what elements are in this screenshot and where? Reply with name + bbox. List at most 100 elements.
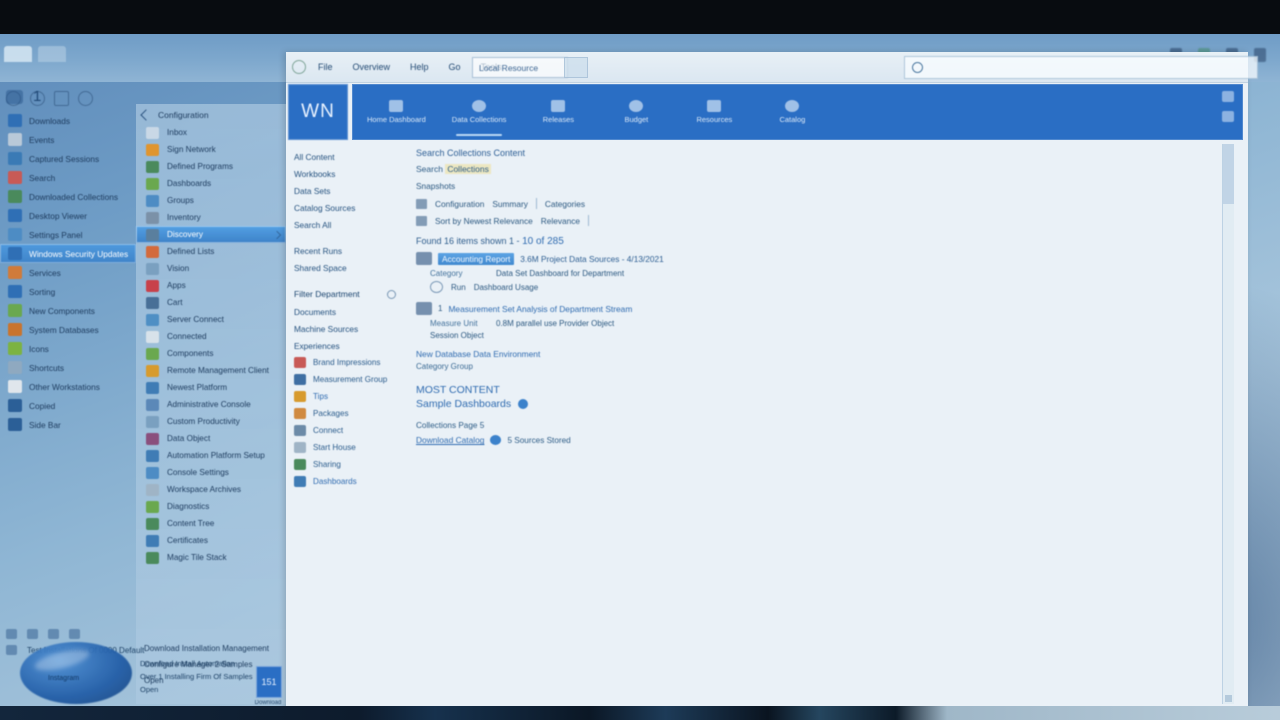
- menu-item[interactable]: Discovery: [136, 226, 286, 243]
- browser-tab-2[interactable]: [38, 46, 66, 62]
- ribbon-nav-item[interactable]: Home Dashboard: [367, 100, 426, 124]
- result-header[interactable]: Accounting Report 3.6M Project Data Sourc…: [416, 252, 1228, 265]
- desktop-icon-item[interactable]: Sorting: [0, 282, 136, 301]
- desktop-icon-item[interactable]: Shortcuts: [0, 358, 136, 377]
- menu-item[interactable]: Content Tree: [136, 515, 286, 532]
- menu-item[interactable]: Inbox: [136, 124, 286, 141]
- info-icon[interactable]: [387, 289, 396, 299]
- go-button[interactable]: [564, 57, 588, 78]
- result-link[interactable]: Measurement Set Analysis of Department S…: [448, 304, 632, 314]
- menu-item[interactable]: Apps: [136, 277, 286, 294]
- ribbon-navbar[interactable]: Home Dashboard Data Collections Releases Bu…: [352, 84, 1243, 140]
- menu-item[interactable]: Certificates: [136, 532, 286, 549]
- brand-logo[interactable]: WN: [288, 84, 348, 140]
- desktop-icon-item[interactable]: Icons: [0, 339, 136, 358]
- sidebar-link[interactable]: Catalog Sources: [294, 199, 402, 216]
- sidebar-link[interactable]: Workbooks: [294, 165, 402, 182]
- desktop-icon-item[interactable]: Side Bar: [0, 415, 136, 434]
- menu-item[interactable]: Groups: [136, 192, 286, 209]
- meta-row[interactable]: Sort by Newest Relevance Relevance: [416, 215, 1228, 226]
- menu-item[interactable]: Inventory: [136, 209, 286, 226]
- result-header[interactable]: 1 Measurement Set Analysis of Department …: [416, 302, 1228, 315]
- menu-item[interactable]: Vision: [136, 260, 286, 277]
- menu-item[interactable]: Newest Platform: [136, 379, 286, 396]
- result-title-selected[interactable]: Accounting Report: [438, 252, 515, 265]
- menu-item[interactable]: Diagnostics: [136, 498, 286, 515]
- menu-item[interactable]: Administrative Console: [136, 396, 286, 413]
- desktop-icon-item[interactable]: Events: [0, 130, 136, 149]
- sidebar-item[interactable]: Connect: [294, 422, 402, 439]
- sidebar-item[interactable]: Dashboards: [294, 473, 402, 490]
- ribbon-right-icons[interactable]: [1222, 91, 1234, 122]
- sidebar-item[interactable]: Sharing: [294, 456, 402, 473]
- page-sidebar[interactable]: All Content Workbooks Data Sets Catalog Sou…: [288, 144, 402, 704]
- menu-item[interactable]: Sign Network: [136, 141, 286, 158]
- menubar-item[interactable]: Overview: [353, 62, 391, 72]
- menu-item[interactable]: Components: [136, 345, 286, 362]
- sidebar-link[interactable]: Machine Sources: [294, 320, 402, 337]
- app-menubar[interactable]: FileOverviewHelpGoTools Local Resource: [286, 52, 1258, 83]
- menu-item[interactable]: Remote Management Client: [136, 362, 286, 379]
- download-icon[interactable]: [490, 435, 502, 446]
- download-badge[interactable]: 151: [256, 666, 282, 698]
- start-menu-panel[interactable]: Configuration Inbox Sign Network Defined P…: [136, 104, 287, 704]
- sidebar-item[interactable]: Start House: [294, 439, 402, 456]
- footer-link-row[interactable]: Download Catalog 5 Sources Stored: [416, 435, 1228, 446]
- desktop-icon-item[interactable]: Desktop Viewer: [0, 206, 136, 225]
- menu-item[interactable]: Workspace Archives: [136, 481, 286, 498]
- menu-item[interactable]: Cart: [136, 294, 286, 311]
- desktop-icon-item[interactable]: Settings Panel: [0, 225, 136, 244]
- search-input[interactable]: [904, 56, 1258, 79]
- sidebar-item[interactable]: Packages: [294, 405, 402, 422]
- desktop-icon-item[interactable]: Other Workstations: [0, 377, 136, 396]
- sidebar-link[interactable]: Documents: [294, 303, 402, 320]
- result-item[interactable]: Accounting Report 3.6M Project Data Sourc…: [416, 252, 1228, 293]
- desktop-icon-item[interactable]: New Components: [0, 301, 136, 320]
- menubar-item[interactable]: Help: [410, 62, 429, 72]
- menu-item[interactable]: Server Connect: [136, 311, 286, 328]
- menu-item[interactable]: Automation Platform Setup: [136, 447, 286, 464]
- ribbon-nav-item[interactable]: Data Collections: [452, 100, 506, 124]
- home-icon[interactable]: [292, 60, 306, 74]
- menubar-item[interactable]: File: [318, 62, 333, 72]
- address-field[interactable]: Local Resource: [472, 57, 568, 78]
- footer-glyph-row[interactable]: [0, 626, 286, 642]
- sidebar-item[interactable]: Tips: [294, 388, 402, 405]
- menu-item[interactable]: Defined Programs: [136, 158, 286, 175]
- sidebar-link[interactable]: All Content: [294, 148, 402, 165]
- sidebar-item[interactable]: Brand Impressions: [294, 354, 402, 371]
- desktop-icon-item[interactable]: Windows Security Updates: [0, 244, 136, 263]
- taskbar-strip[interactable]: [0, 706, 1280, 720]
- menu-item[interactable]: Console Settings: [136, 464, 286, 481]
- desktop-icon-item[interactable]: Services: [0, 263, 136, 282]
- menu-item[interactable]: Defined Lists: [136, 243, 286, 260]
- menubar-item[interactable]: Go: [449, 62, 461, 72]
- back-icon[interactable]: [6, 629, 17, 639]
- desktop-icon-item[interactable]: Captured Sessions: [0, 149, 136, 168]
- desktop-icon-column[interactable]: 1 Downloads Events Captured Sessions Search…: [0, 88, 136, 668]
- menu-item[interactable]: Dashboards: [136, 175, 286, 192]
- desktop-icon-item[interactable]: Downloaded Collections: [0, 187, 136, 206]
- account-icon[interactable]: [1222, 91, 1234, 102]
- vertical-scrollbar[interactable]: [1222, 144, 1234, 704]
- refresh-icon[interactable]: [48, 629, 59, 639]
- forward-icon[interactable]: [27, 629, 38, 639]
- ribbon-nav-item[interactable]: Releases: [532, 100, 584, 124]
- menu-item[interactable]: Magic Tile Stack: [136, 549, 286, 566]
- desktop-icon-item[interactable]: Copied: [0, 396, 136, 415]
- desktop-icon-item[interactable]: Search: [0, 168, 136, 187]
- sidebar-item[interactable]: Measurement Group: [294, 371, 402, 388]
- result-item[interactable]: 1 Measurement Set Analysis of Department …: [416, 302, 1228, 340]
- sidebar-link[interactable]: Recent Runs: [294, 242, 402, 259]
- menu-item[interactable]: Custom Productivity: [136, 413, 286, 430]
- sidebar-link[interactable]: Shared Space: [294, 259, 402, 276]
- browser-tab-1[interactable]: [4, 46, 32, 62]
- grid-icon[interactable]: [1222, 111, 1234, 122]
- mid-link[interactable]: New Database Data Environment: [416, 349, 1228, 359]
- menu-item[interactable]: Data Object: [136, 430, 286, 447]
- sidebar-section-header[interactable]: Filter Department: [294, 285, 402, 303]
- sidebar-link[interactable]: Data Sets: [294, 182, 402, 199]
- stop-icon[interactable]: [69, 629, 80, 639]
- footer-link[interactable]: Download Catalog: [416, 435, 484, 445]
- desktop-icon-item[interactable]: System Databases: [0, 320, 136, 339]
